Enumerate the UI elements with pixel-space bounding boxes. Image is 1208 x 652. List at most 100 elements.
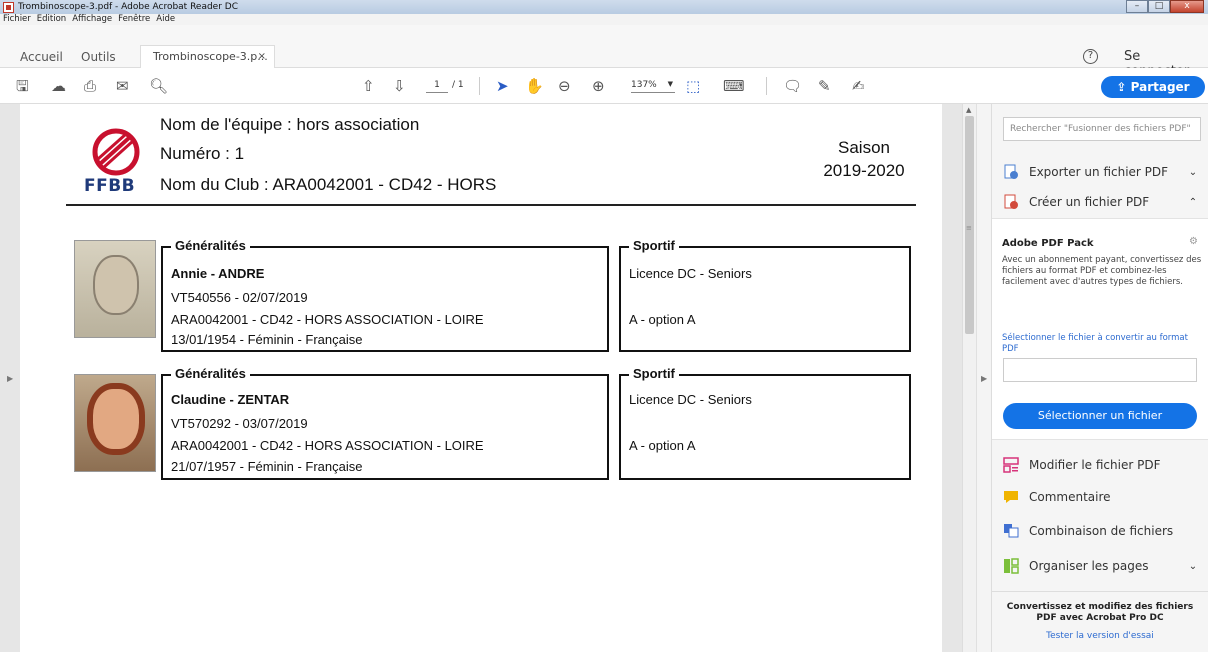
right-pane-toggle[interactable]: ▶ [976,104,991,652]
menu-fenetre[interactable]: Fenêtre [115,14,153,25]
comment-icon [1003,489,1019,505]
zoom-level-select[interactable]: 137% ▼ [631,80,675,93]
edit-pdf-tool[interactable]: Modifier le fichier PDF [1003,453,1199,477]
acrobat-app-icon [3,1,14,13]
file-path-input[interactable] [1003,358,1197,382]
upgrade-promo: Convertissez et modifiez des fichiers PD… [992,591,1208,641]
next-page-icon[interactable]: ⇩ [393,78,406,94]
comment-icon[interactable]: 🗨 [783,78,802,94]
player-license: VT540556 - 02/07/2019 [171,290,308,305]
player-license: VT570292 - 03/07/2019 [171,416,308,431]
general-info-title: Généralités [171,366,250,381]
chevron-right-icon: ▶ [981,374,988,383]
upload-cloud-icon[interactable]: ☁ [51,78,66,94]
tab-document-label: Trombinoscope-3.p... [153,50,268,63]
share-label: Partager [1130,80,1190,94]
menu-fichier[interactable]: Fichier [0,14,34,25]
create-pdf-label: Créer un fichier PDF [1029,195,1150,209]
menu-edition[interactable]: Edition [34,14,69,25]
chevron-up-icon: ⌃ [1188,196,1198,208]
print-icon[interactable]: ⎙ [84,78,96,94]
sport-info-box: Sportif Licence DC - Seniors A - option … [619,366,911,480]
maximize-button[interactable]: □ [1148,0,1170,13]
sport-info-title: Sportif [629,366,679,381]
create-pdf-item[interactable]: Créer un fichier PDF ⌃ [1003,190,1199,214]
organize-pages-icon [1003,558,1019,574]
email-icon[interactable]: ✉ [116,78,129,94]
select-file-button[interactable]: Sélectionner un fichier [1003,403,1197,429]
scroll-up-icon[interactable]: ▲ [966,106,971,114]
vertical-scrollbar[interactable]: ▲ ≡ [962,104,976,652]
pdf-page: FFBB Nom de l'équipe : hors association … [20,104,942,652]
licence-type: Licence DC - Seniors [629,392,752,407]
create-pdf-icon [1003,194,1019,210]
fit-page-icon[interactable]: ⬚ [686,78,700,94]
player-photo [74,240,156,338]
pack-options-icon[interactable]: ⚙ [1189,236,1198,247]
highlight-pen-icon[interactable]: ✎ [818,78,831,94]
combine-files-tool[interactable]: Combinaison de fichiers [1003,519,1199,543]
combine-files-icon [1003,523,1019,539]
sport-info-title: Sportif [629,238,679,253]
player-name: Claudine - ZENTAR [171,392,290,407]
pdf-pack-panel: Adobe PDF Pack ⚙ Avec un abonnement paya… [992,218,1208,440]
chevron-down-icon: ⌄ [1188,166,1198,178]
chevron-down-icon: ▼ [667,80,673,88]
edit-pdf-label: Modifier le fichier PDF [1029,458,1161,472]
menu-bar: Fichier Edition Affichage Fenêtre Aide [0,14,1208,25]
sport-info-box: Sportif Licence DC - Seniors A - option … [619,238,911,352]
tab-tools[interactable]: Outils [81,46,116,68]
edit-pdf-icon [1003,457,1019,473]
ffbb-logo-text: FFBB [84,176,136,196]
zoom-in-icon[interactable]: ⊕ [592,78,605,94]
window-title: Trombinoscope-3.pdf - Adobe Acrobat Read… [18,2,238,12]
toolbar-divider [766,77,767,95]
club-name: Nom du Club : ARA0042001 - CD42 - HORS [160,175,497,194]
zoom-out-icon[interactable]: ⊖ [558,78,571,94]
menu-affichage[interactable]: Affichage [69,14,115,25]
trial-link[interactable]: Tester la version d'essai [992,631,1208,641]
zoom-search-icon[interactable]: 🔍︎ [149,78,168,94]
left-pane-expand-icon[interactable]: ▶ [7,374,13,383]
combine-files-label: Combinaison de fichiers [1029,524,1174,538]
page-total: / 1 [452,80,464,90]
general-info-box: Généralités Claudine - ZENTAR VT570292 -… [161,366,609,480]
tools-search-input[interactable]: Rechercher "Fusionner des fichiers PDF" [1003,117,1201,141]
comment-tool[interactable]: Commentaire [1003,485,1199,509]
player-face [87,383,145,455]
player-birth: 13/01/1954 - Féminin - Française [171,332,363,347]
player-name: Annie - ANDRE [171,266,265,281]
close-tab-icon[interactable]: × [258,46,266,68]
player-photo [74,374,156,472]
select-cursor-icon[interactable]: ➤ [496,78,509,94]
minimize-button[interactable]: – [1126,0,1148,13]
select-file-to-convert-link[interactable]: Sélectionner le fichier à convertir au f… [1002,333,1202,355]
tab-document[interactable]: Trombinoscope-3.p... × [140,45,275,69]
menu-aide[interactable]: Aide [153,14,178,25]
share-button[interactable]: ⇪ Partager [1101,76,1205,98]
tab-home[interactable]: Accueil [20,46,63,68]
tab-bar: Accueil Outils Trombinoscope-3.p... × ? … [0,25,1208,79]
toolbar: 🖫 ☁ ⎙ ✉ 🔍︎ ⇧ ⇩ 1 / 1 ➤ ✋ ⊖ ⊕ 137% ▼ ⬚ ⌨ … [0,68,1208,104]
document-viewer[interactable]: ▶ FFBB Nom de l'équipe : hors associatio… [0,104,962,652]
pdf-pack-title: Adobe PDF Pack [1002,238,1094,249]
pane-resize-grip[interactable]: ≡ [966,224,972,232]
hand-tool-icon[interactable]: ✋ [525,78,544,94]
help-icon[interactable]: ? [1083,49,1098,64]
organize-pages-label: Organiser les pages [1029,559,1149,573]
close-window-button[interactable]: x [1170,0,1204,13]
season-label: Saison [838,138,890,157]
keyboard-scroll-icon[interactable]: ⌨ [723,78,745,94]
licence-option: A - option A [629,438,696,453]
pdf-pack-description: Avec un abonnement payant, convertissez … [1002,255,1202,287]
previous-page-icon[interactable]: ⇧ [362,78,375,94]
organize-pages-tool[interactable]: Organiser les pages ⌄ [1003,554,1199,578]
player-face [93,255,139,315]
page-number-input[interactable]: 1 [426,80,448,93]
tools-pane: Rechercher "Fusionner des fichiers PDF" … [991,104,1208,652]
player-club: ARA0042001 - CD42 - HORS ASSOCIATION - L… [171,438,484,453]
chevron-down-icon[interactable]: ⌄ [1187,561,1199,572]
export-pdf-item[interactable]: Exporter un fichier PDF ⌄ [1003,160,1199,184]
save-icon[interactable]: 🖫 [16,78,29,94]
sign-icon[interactable]: ✍ [852,78,865,94]
